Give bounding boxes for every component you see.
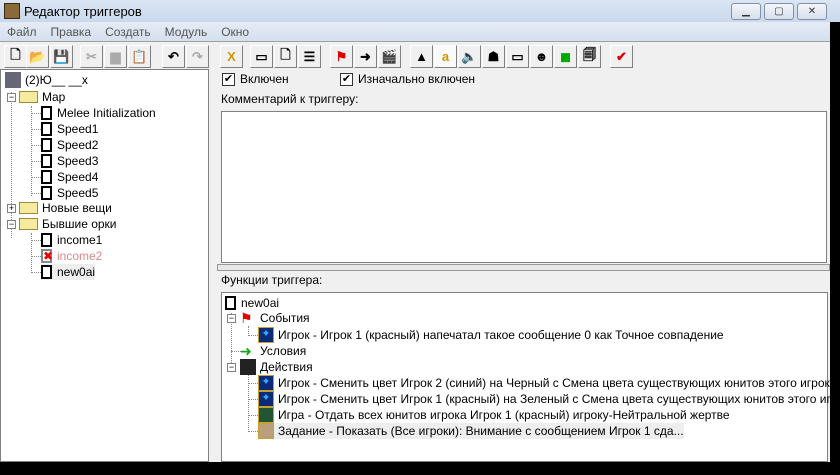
category-new-items[interactable]: Новые вещи xyxy=(19,200,112,216)
sound-editor-icon[interactable]: 🔈 xyxy=(458,45,481,68)
undo-icon[interactable]: ↶ xyxy=(162,45,185,68)
menu-module[interactable]: Модуль xyxy=(158,25,215,39)
tree-root[interactable]: (2)Ю__ __x xyxy=(5,72,88,88)
object-editor-icon[interactable]: ☗ xyxy=(482,45,505,68)
menu-create[interactable]: Создать xyxy=(98,25,158,39)
menu-file[interactable]: Файл xyxy=(0,25,44,39)
action-item[interactable]: Игра - Отдать всех юнитов игрока Игрок 1… xyxy=(258,407,730,423)
minimize-button[interactable]: ▁ xyxy=(731,3,761,20)
close-button[interactable]: ✕ xyxy=(797,3,827,20)
functions-label: Функции триггера: xyxy=(221,273,323,287)
actions-node[interactable]: Действия xyxy=(240,359,313,375)
new-action-icon[interactable]: 🎬 xyxy=(378,45,401,68)
collapse-toggle[interactable]: − xyxy=(227,363,236,372)
redo-icon[interactable]: ↷ xyxy=(186,45,209,68)
action-item[interactable]: ✦ Игрок - Сменить цвет Игрок 1 (красный) … xyxy=(258,391,840,407)
tree-trigger-item[interactable]: ✖ income2 xyxy=(41,248,102,264)
copy-icon[interactable]: ▆ xyxy=(104,45,127,68)
trigger-icon xyxy=(41,186,52,200)
new-category-icon[interactable]: ▭ xyxy=(250,45,273,68)
game-icon xyxy=(258,407,274,423)
trigger-icon xyxy=(41,170,52,184)
collapse-toggle[interactable]: − xyxy=(227,314,236,323)
tree-trigger-item[interactable]: new0ai xyxy=(41,264,96,280)
title-bar: Редактор триггеров ▁ ▢ ✕ xyxy=(0,0,840,22)
action-item[interactable]: ✦ Игрок - Сменить цвет Игрок 2 (синий) на… xyxy=(258,375,837,391)
new-icon[interactable]: 🗋 xyxy=(4,45,27,68)
trigger-tree[interactable]: (2)Ю__ __x − Map Melee Initialization Spe… xyxy=(0,69,209,462)
folder-icon xyxy=(19,91,38,103)
functions-tree[interactable]: new0ai − ⚑ События ✦ Игрок - Игрок 1 (крас… xyxy=(221,292,840,462)
trigger-node[interactable]: new0ai xyxy=(225,295,279,311)
category-map[interactable]: Map xyxy=(19,89,65,105)
campaign-editor-icon[interactable]: ▭ xyxy=(506,45,529,68)
clapper-icon xyxy=(240,359,256,375)
condition-icon: ➜ xyxy=(240,343,252,359)
comment-label: Комментарий к триггеру: xyxy=(221,92,359,106)
new-trigger-icon[interactable]: 🗋 xyxy=(274,45,297,68)
player-icon: ✦ xyxy=(258,327,274,343)
tree-trigger-item[interactable]: Melee Initialization xyxy=(41,105,156,121)
tree-trigger-item[interactable]: Speed5 xyxy=(41,185,98,201)
category-former-orcs[interactable]: Бывшие орки xyxy=(19,216,117,232)
tree-trigger-item[interactable]: Speed4 xyxy=(41,169,98,185)
delete-icon[interactable]: X xyxy=(220,45,243,68)
trigger-icon xyxy=(41,233,52,247)
flag-icon: ⚑ xyxy=(240,310,253,326)
events-node[interactable]: ⚑ События xyxy=(240,310,310,326)
cut-icon[interactable]: ✂ xyxy=(80,45,103,68)
trigger-icon xyxy=(41,122,52,136)
enabled-checkbox[interactable]: ✔ Включен xyxy=(222,72,289,86)
paste-icon[interactable]: 📋 xyxy=(128,45,151,68)
tree-trigger-item[interactable]: Speed1 xyxy=(41,121,98,137)
test-map-icon[interactable]: ✔ xyxy=(610,45,633,68)
menu-edit[interactable]: Правка xyxy=(44,25,99,39)
action-item[interactable]: Задание - Показать (Все игроки): Внимани… xyxy=(258,423,684,439)
new-event-icon[interactable]: ⚑ xyxy=(330,45,353,68)
player-icon: ✦ xyxy=(258,391,274,407)
menu-bar: Файл Правка Создать Модуль Окно xyxy=(0,22,830,42)
trigger-editor-window: Редактор триггеров ▁ ▢ ✕ Файл Правка Соз… xyxy=(0,0,840,462)
tree-trigger-item[interactable]: Speed2 xyxy=(41,137,98,153)
comment-textarea[interactable] xyxy=(221,111,827,263)
map-icon xyxy=(5,72,21,88)
window-title: Редактор триггеров xyxy=(24,3,142,19)
trigger-editor-icon[interactable]: a xyxy=(434,45,457,68)
trigger-icon xyxy=(41,154,52,168)
folder-icon xyxy=(19,202,38,214)
object-manager-icon[interactable]: ◼ xyxy=(554,45,577,68)
menu-window[interactable]: Окно xyxy=(214,25,256,39)
tree-trigger-item[interactable]: Speed3 xyxy=(41,153,98,169)
maximize-button[interactable]: ▢ xyxy=(764,3,794,20)
collapse-toggle[interactable]: − xyxy=(7,220,16,229)
new-condition-icon[interactable]: ➜ xyxy=(354,45,377,68)
conditions-node[interactable]: ➜ Условия xyxy=(240,343,306,359)
folder-icon xyxy=(19,218,38,230)
disabled-trigger-icon: ✖ xyxy=(41,249,54,263)
tree-trigger-item[interactable]: income1 xyxy=(41,232,102,248)
splitter[interactable] xyxy=(217,264,830,271)
player-icon: ✦ xyxy=(258,375,274,391)
terrain-editor-icon[interactable]: ▲ xyxy=(410,45,433,68)
trigger-icon xyxy=(41,106,52,120)
save-icon[interactable]: 💾 xyxy=(50,45,73,68)
app-icon xyxy=(4,3,20,19)
open-icon[interactable]: 📂 xyxy=(26,45,49,68)
import-manager-icon[interactable]: 🗐 xyxy=(578,45,601,68)
trigger-icon xyxy=(225,296,236,310)
quest-icon xyxy=(258,423,274,439)
collapse-toggle[interactable]: − xyxy=(7,93,16,102)
initially-on-checkbox[interactable]: ✔ Изначально включен xyxy=(340,72,475,86)
expand-toggle[interactable]: + xyxy=(7,204,16,213)
new-comment-icon[interactable]: ☰ xyxy=(298,45,321,68)
trigger-icon xyxy=(41,265,52,279)
ai-editor-icon[interactable]: ☻ xyxy=(530,45,553,68)
trigger-icon xyxy=(41,138,52,152)
event-item[interactable]: ✦ Игрок - Игрок 1 (красный) напечатал так… xyxy=(258,327,724,343)
